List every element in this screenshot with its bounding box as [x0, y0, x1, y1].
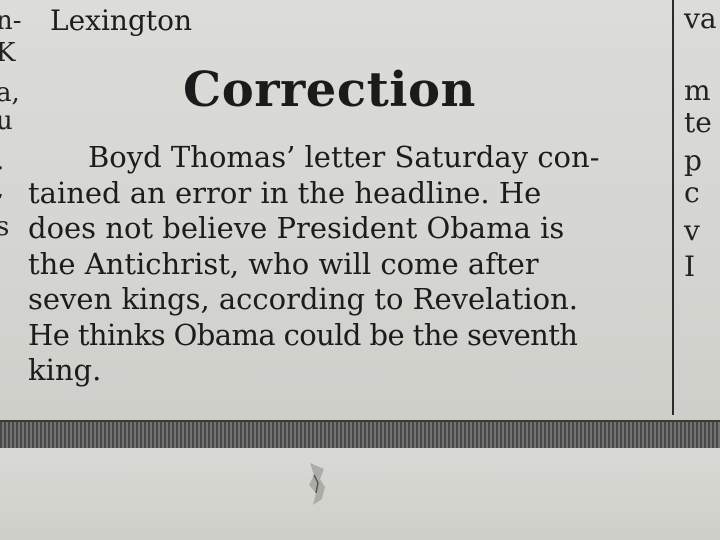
paper-tear-mark: [309, 463, 325, 505]
right-fragment-1: va: [684, 2, 717, 35]
right-fragment-3: te: [684, 106, 712, 139]
left-fragment-2: K: [0, 38, 16, 68]
previous-article-fragment: Lexington: [50, 4, 193, 37]
left-column-fragment: n- K a, u . , s: [0, 0, 22, 420]
body-line-1: Boyd Thomas’ letter Saturday con-: [88, 140, 600, 174]
blank-paper-area: [0, 448, 720, 540]
column-rule: [672, 0, 674, 415]
right-fragment-2: m: [684, 74, 711, 107]
body-line-5: seven kings, according to Revelation.: [28, 282, 579, 316]
right-column-fragment: va m te p c v I: [678, 0, 720, 420]
left-fragment-1: n-: [0, 6, 22, 36]
left-fragment-5: .: [0, 146, 4, 176]
article-body: Boyd Thomas’ letter Saturday con- tained…: [28, 140, 638, 389]
left-fragment-6: ,: [0, 174, 4, 204]
body-line-4: the Antichrist, who will come after: [28, 246, 539, 281]
section-divider-bar: [0, 420, 720, 450]
right-fragment-7: I: [684, 250, 696, 283]
left-fragment-7: s: [0, 212, 10, 242]
body-line-6: He thinks Obama could be the seventh: [28, 317, 578, 352]
newspaper-clipping: n- K a, u . , s Lexington Correction Boy…: [0, 0, 720, 540]
left-fragment-4: u: [0, 106, 13, 136]
left-fragment-3: a,: [0, 78, 20, 108]
article-headline: Correction: [183, 62, 476, 118]
right-fragment-4: p: [684, 144, 702, 177]
body-line-2: tained an error in the headline. He: [28, 175, 542, 210]
body-line-3: does not believe President Obama is: [28, 211, 565, 245]
body-line-7: king.: [28, 353, 102, 387]
right-fragment-5: c: [684, 176, 700, 209]
right-fragment-6: v: [684, 214, 700, 247]
